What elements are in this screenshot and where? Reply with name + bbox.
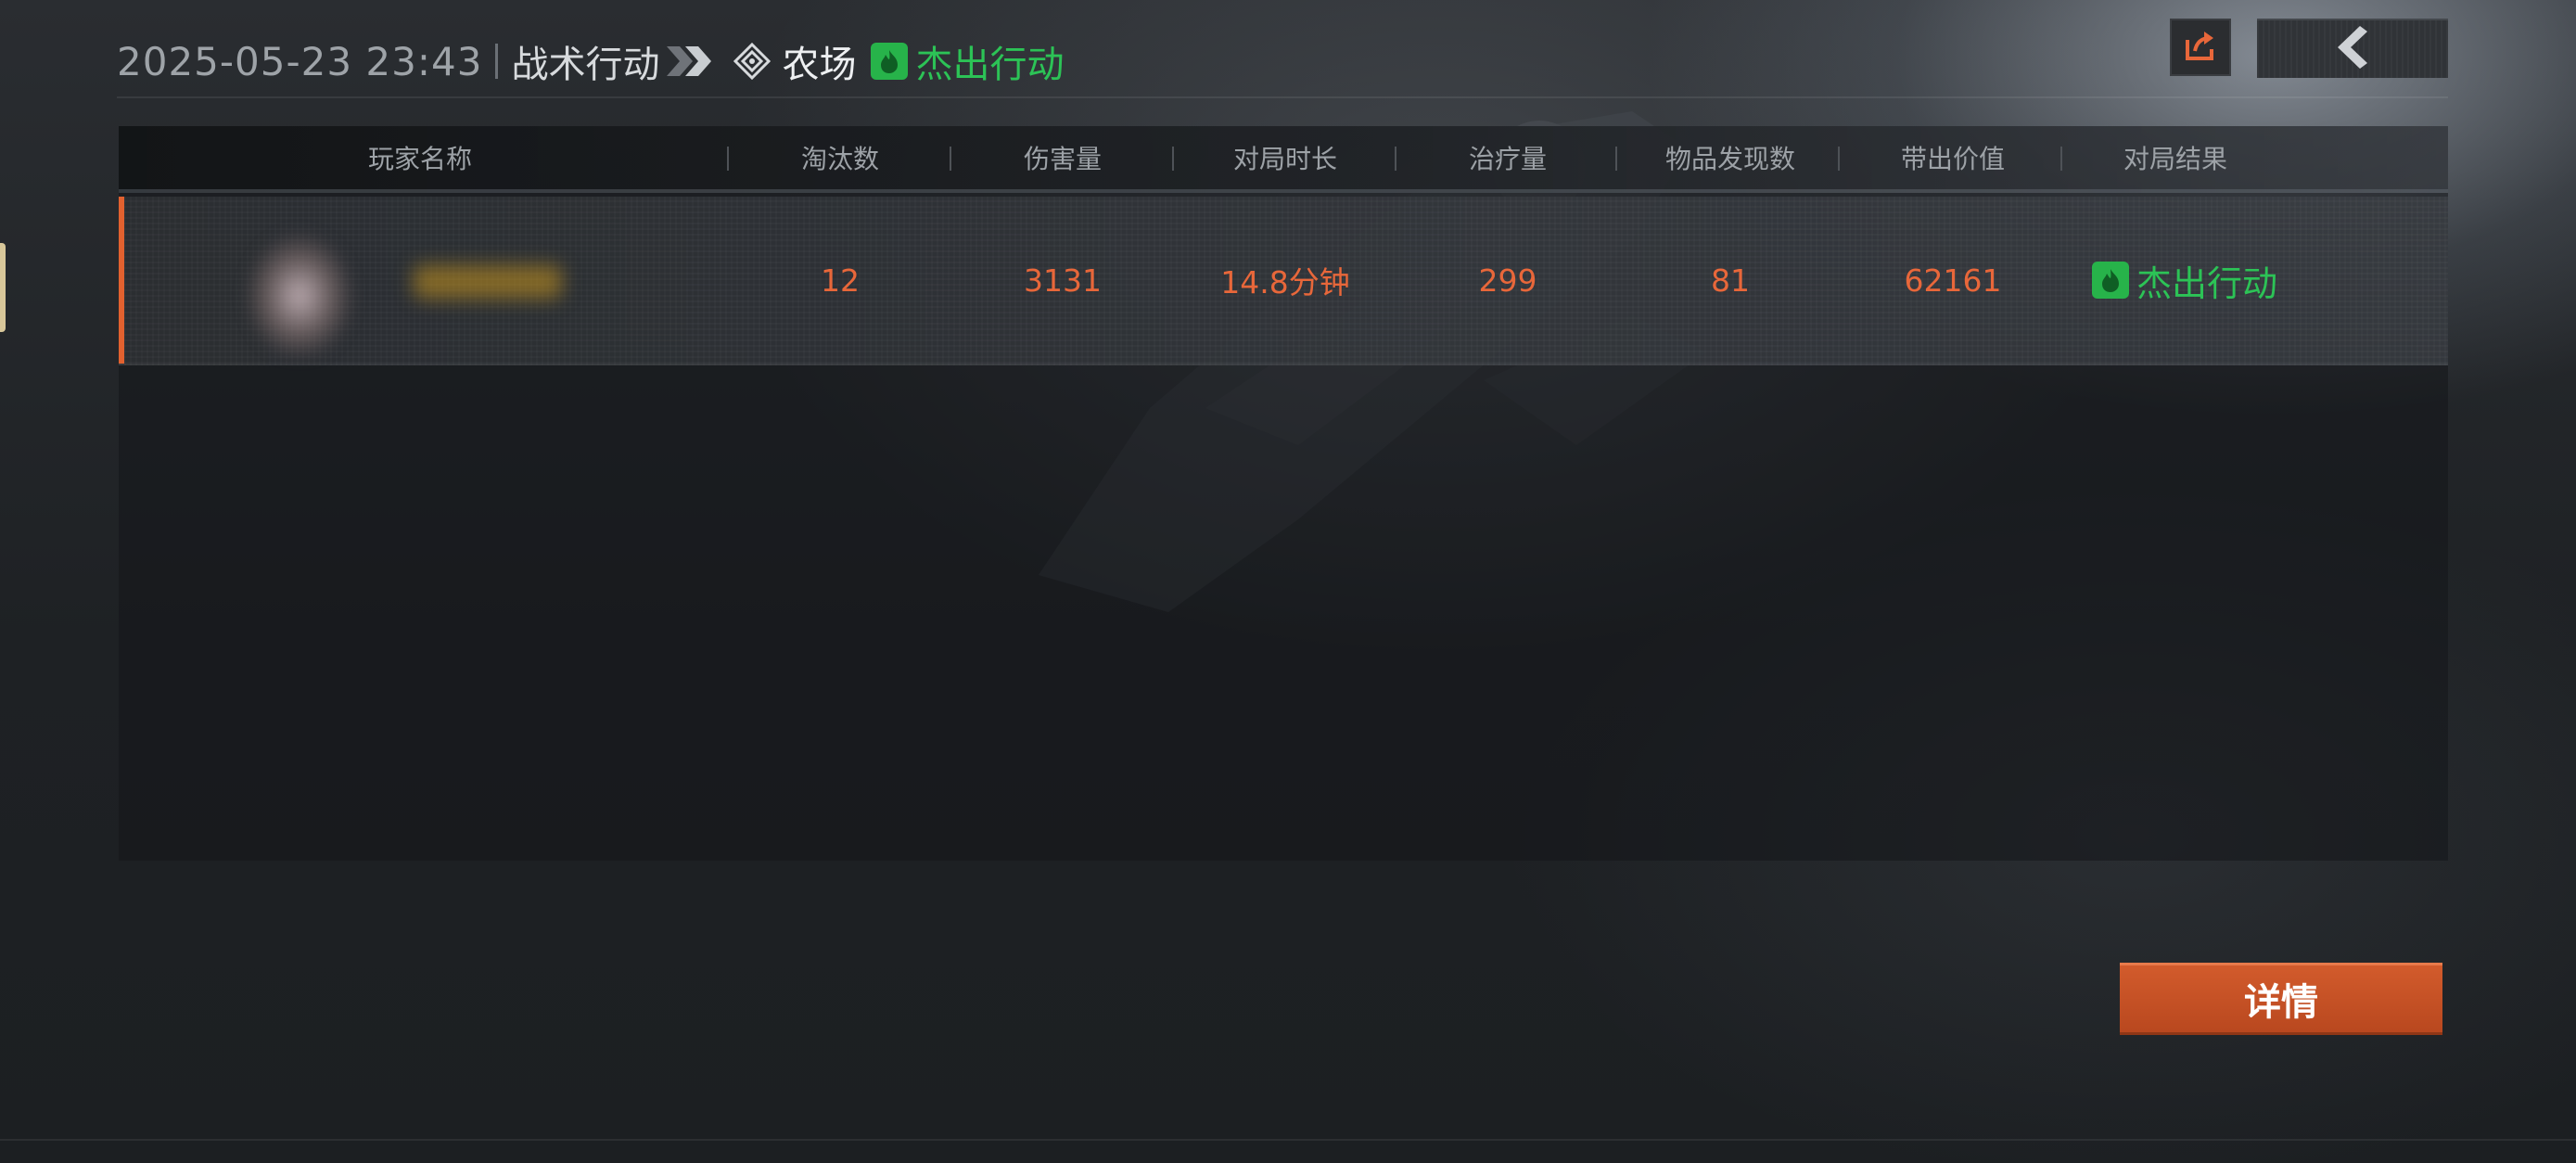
match-header: 2025-05-23 23:43 战术行动 农场 杰出行动 [117, 33, 1064, 89]
row-highlight-bar [119, 197, 124, 364]
match-result: 杰出行动 [915, 44, 1065, 86]
header-underline [117, 96, 2448, 98]
player-name-redacted [414, 265, 562, 299]
details-button[interactable]: 详情 [2120, 963, 2442, 1035]
column-eliminations: 淘汰数 [800, 144, 879, 174]
flame-badge-icon [871, 43, 909, 80]
table-row[interactable]: 12 3131 14.8分钟 299 81 62161 杰出行动 [119, 197, 2448, 365]
back-button[interactable] [2257, 19, 2448, 78]
match-detail-screen: 2025-05-23 23:43 战术行动 农场 杰出行动 玩家名称 淘汰数 伤… [0, 0, 2576, 1163]
match-datetime: 2025-05-23 23:43 [117, 38, 483, 84]
column-match-result: 对局结果 [2123, 144, 2227, 174]
double-chevron-icon [665, 43, 717, 80]
column-healing: 治疗量 [1468, 144, 1547, 174]
table-header: 玩家名称 淘汰数 伤害量 对局时长 治疗量 物品发现数 带出价值 对局结果 [119, 126, 2448, 193]
map-diamond-icon [733, 43, 772, 80]
cell-extracted-value: 62161 [1904, 262, 2002, 299]
column-divider [1615, 147, 1617, 171]
avatar [230, 208, 369, 356]
bottom-divider [0, 1139, 2576, 1141]
cell-match-result-text: 杰出行动 [2136, 262, 2277, 304]
column-items-found: 物品发现数 [1664, 144, 1795, 174]
flame-badge-icon [2091, 262, 2129, 299]
cell-damage: 3131 [1024, 262, 1102, 299]
cell-eliminations: 12 [821, 262, 860, 299]
share-icon [2182, 27, 2219, 68]
cell-items-found: 81 [1711, 262, 1750, 299]
column-divider [2060, 147, 2062, 171]
column-extracted-value: 带出价值 [1900, 144, 2005, 174]
cell-duration: 14.8分钟 [1220, 264, 1350, 300]
back-chevron-icon [2332, 24, 2373, 74]
map-name: 农场 [782, 44, 857, 86]
column-damage: 伤害量 [1023, 144, 1102, 174]
match-mode: 战术行动 [511, 44, 660, 86]
side-drawer-tab[interactable] [0, 243, 6, 332]
cell-healing: 299 [1478, 262, 1537, 299]
match-stats-table: 玩家名称 淘汰数 伤害量 对局时长 治疗量 物品发现数 带出价值 对局结果 12… [119, 126, 2448, 861]
column-duration: 对局时长 [1232, 144, 1337, 174]
cell-match-result: 杰出行动 [2064, 197, 2305, 364]
column-divider [1838, 147, 1840, 171]
column-player-name: 玩家名称 [367, 144, 472, 174]
header-divider [495, 44, 499, 79]
share-button[interactable] [2170, 19, 2231, 76]
